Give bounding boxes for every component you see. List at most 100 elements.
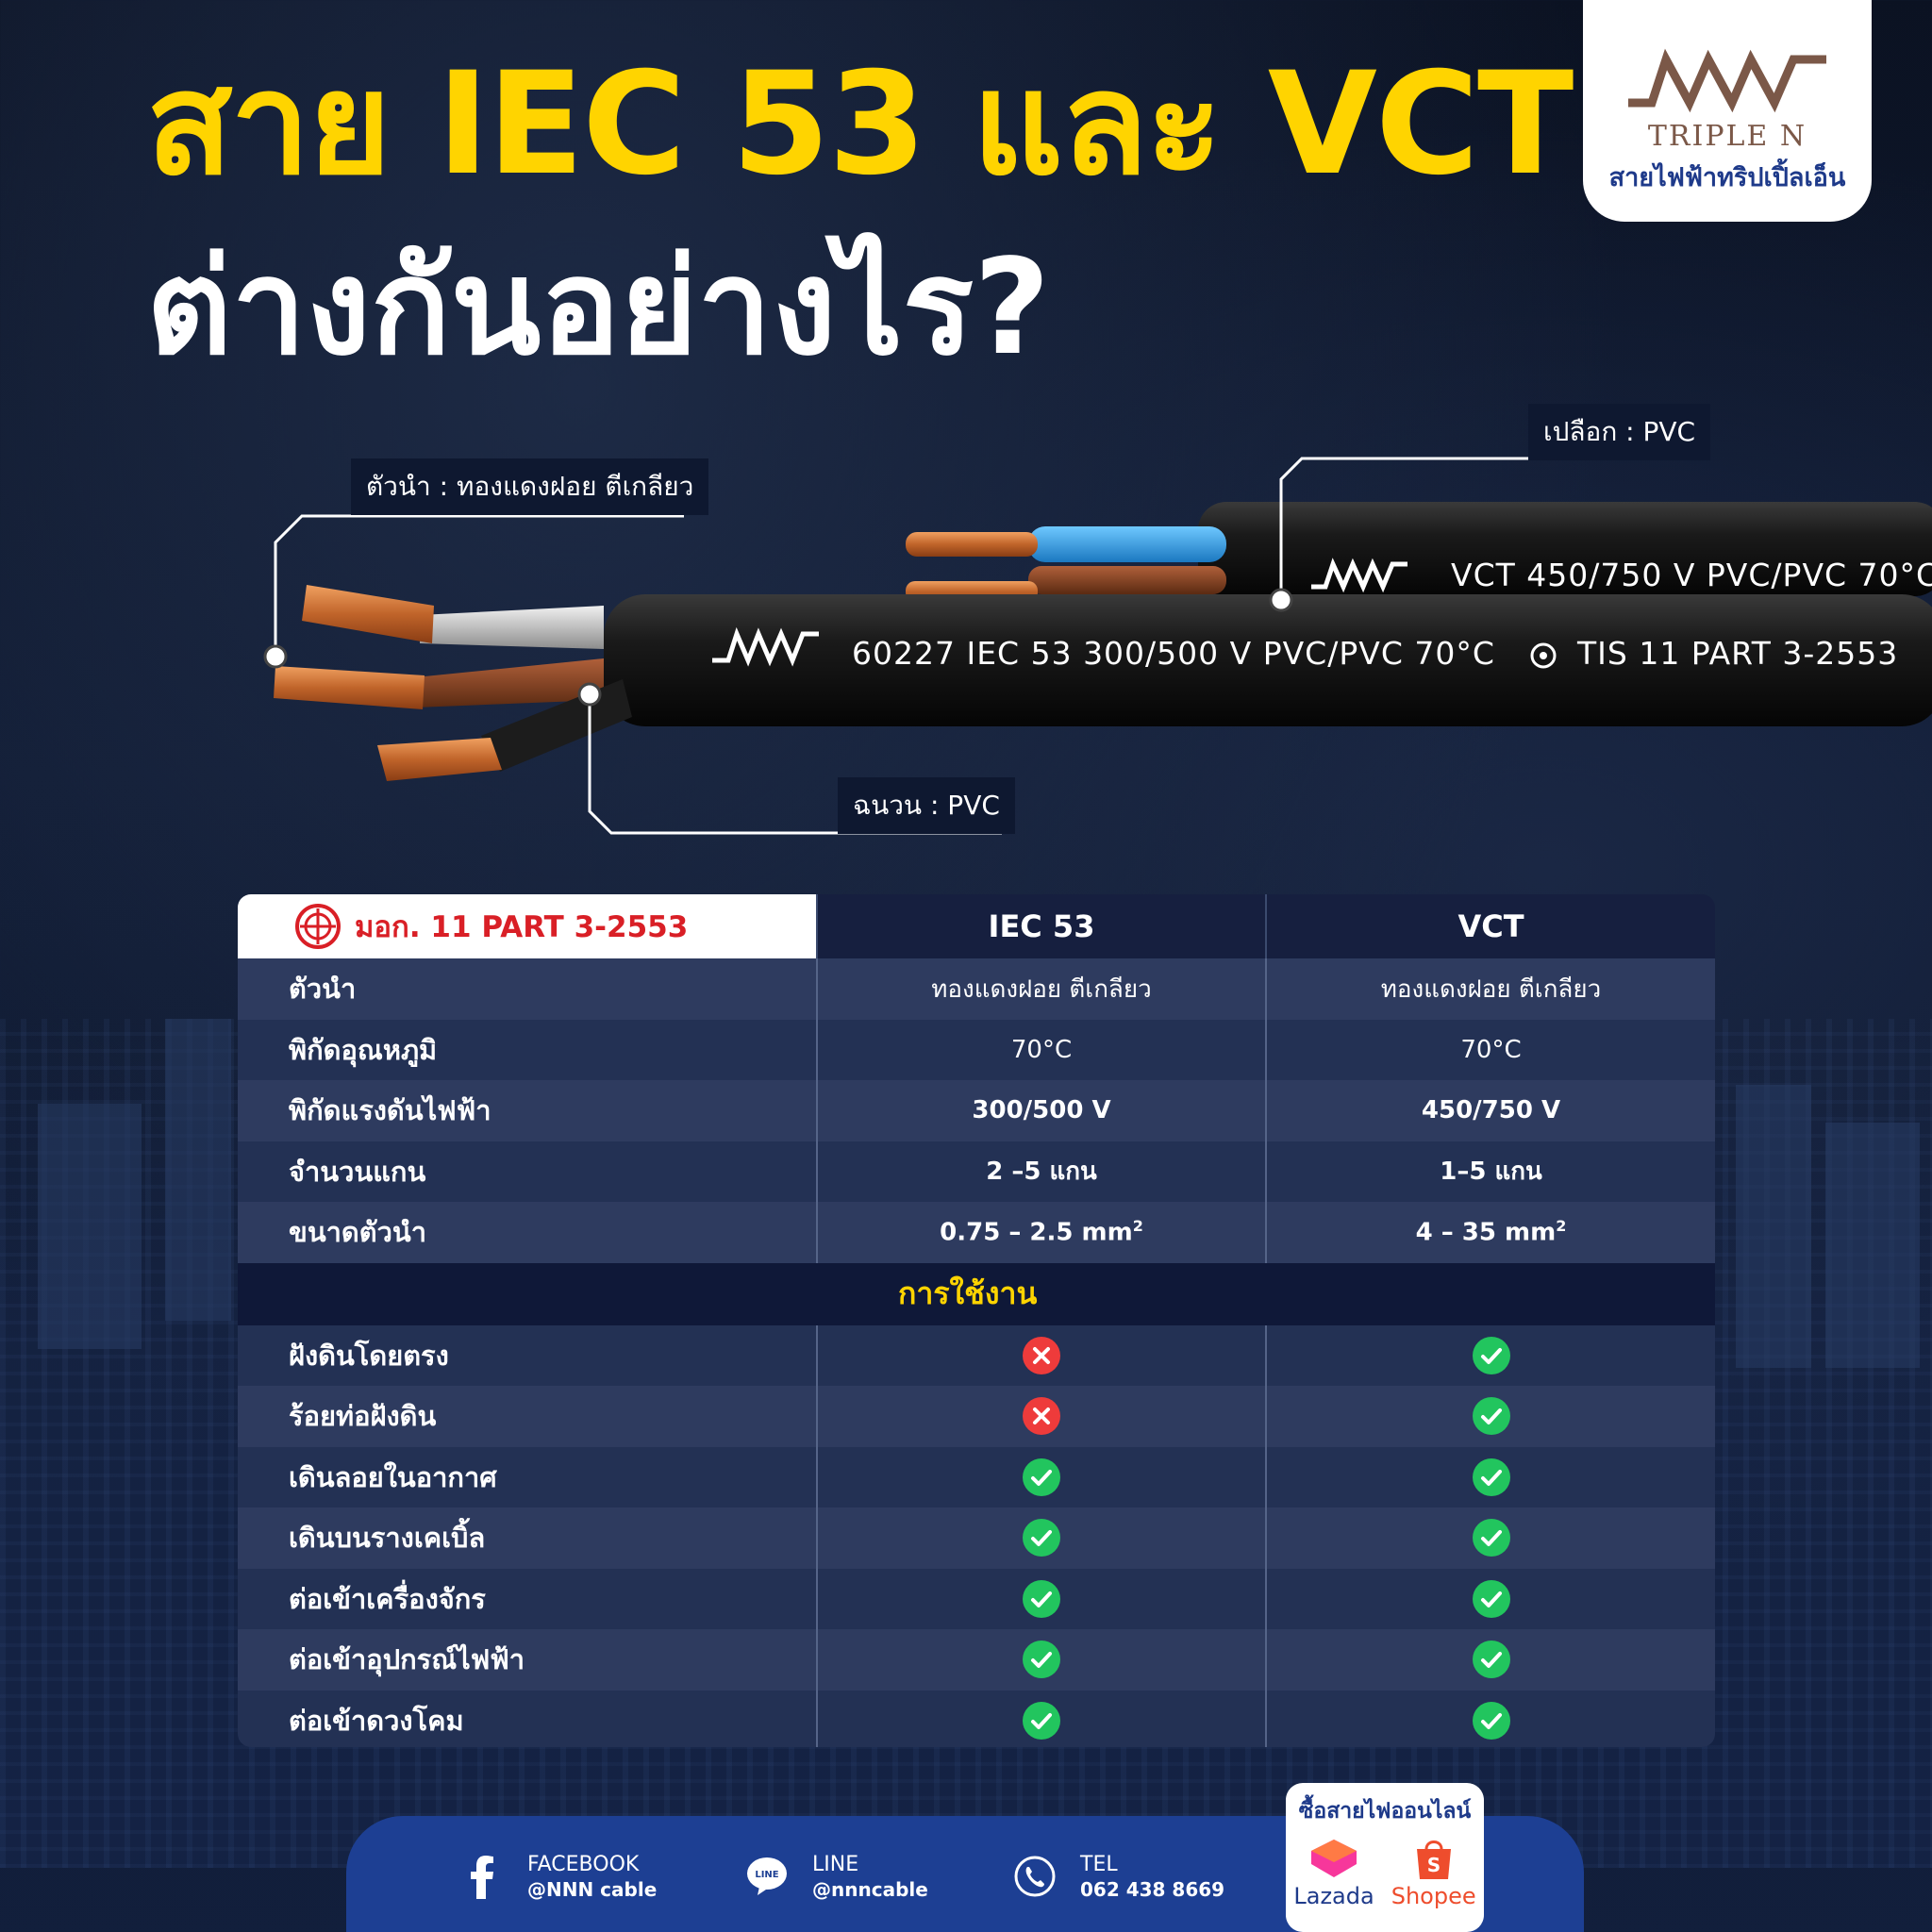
cable-illustration: ตัวนำ : ทองแดงฝอย ตีเกลียว เปลือก : PVC …: [0, 396, 1932, 849]
iec53-usage-cell: [816, 1629, 1266, 1690]
usage-heading: การใช้งาน: [238, 1262, 1715, 1325]
shopee-icon: S: [1416, 1840, 1451, 1879]
table-row: ต่อเข้าอุปกรณ์ไฟฟ้า: [238, 1629, 1715, 1690]
vct-usage-cell: [1265, 1507, 1715, 1569]
iec53-usage-cell: [816, 1568, 1266, 1629]
cross-icon: [1023, 1336, 1060, 1374]
column-header-iec53: IEC 53: [816, 894, 1266, 958]
iec53-tis-print: TIS 11 PART 3-2553: [1577, 635, 1899, 672]
title-line-1: สาย IEC 53 และ VCT: [146, 42, 1574, 207]
table-row: ตัวนำ ทองแดงฝอย ตีเกลียว ทองแดงฝอย ตีเกล…: [238, 958, 1715, 1020]
iec53-usage-cell: [816, 1386, 1266, 1447]
logo-name-en: TRIPLE N: [1647, 120, 1807, 153]
svg-text:LINE: LINE: [755, 1870, 778, 1880]
check-icon: [1472, 1641, 1510, 1679]
facebook-contact[interactable]: FACEBOOK @NNN cable: [459, 1852, 657, 1902]
check-icon: [1472, 1701, 1510, 1740]
usage-rows: ฝังดินโดยตรง ร้อยท่อฝังดิน เดินลอยในอากาศเ…: [238, 1324, 1715, 1747]
callout-sheath: เปลือก : PVC: [1528, 404, 1711, 460]
cross-icon: [1023, 1397, 1060, 1436]
table-row: ร้อยท่อฝังดิน: [238, 1386, 1715, 1447]
standard-text: มอก. 11 PART 3-2553: [355, 910, 689, 944]
title-line-2: ต่างกันอย่างไร?: [146, 231, 1051, 385]
shopee-link[interactable]: S Shopee: [1391, 1836, 1476, 1909]
column-header-vct: VCT: [1265, 894, 1715, 958]
table-row: เดินบนรางเคเบิ้ล: [238, 1507, 1715, 1569]
iec53-usage-cell: [816, 1324, 1266, 1386]
tis-standard-icon: [295, 904, 341, 949]
table-row: ฝังดินโดยตรง: [238, 1324, 1715, 1386]
callout-insulation: ฉนวน : PVC: [838, 777, 1015, 834]
callout-conductor: ตัวนำ : ทองแดงฝอย ตีเกลียว: [351, 458, 709, 515]
lazada-icon: [1311, 1840, 1357, 1877]
vct-usage-cell: [1265, 1568, 1715, 1629]
check-icon: [1023, 1457, 1060, 1496]
row-label-temperature: พิกัดอุณหภูมิ: [238, 1019, 817, 1080]
vct-size-value: 4 – 35 mm: [1415, 1219, 1557, 1248]
iec53-usage-cell: [816, 1446, 1266, 1507]
usage-label: ต่อเข้าอุปกรณ์ไฟฟ้า: [238, 1629, 817, 1690]
vct-blue-core: [1028, 526, 1226, 562]
callout-dot: [1269, 588, 1293, 612]
lazada-link[interactable]: Lazada: [1293, 1836, 1374, 1909]
shop-title: ซื้อสายไฟออนไลน์: [1298, 1799, 1472, 1824]
standard-header: มอก. 11 PART 3-2553: [238, 894, 817, 958]
table-header-row: มอก. 11 PART 3-2553 IEC 53 VCT: [238, 894, 1715, 958]
check-icon: [1023, 1701, 1060, 1740]
tel-contact[interactable]: TEL 062 438 8669: [1012, 1852, 1224, 1902]
iec53-cores-value: 2 –5 แกน: [816, 1141, 1266, 1202]
vct-size-cell: 4 – 35 mm2: [1265, 1202, 1715, 1263]
line-contact[interactable]: LINE LINE @nnncable: [744, 1852, 928, 1902]
check-icon: [1472, 1336, 1510, 1374]
brand-logo: TRIPLE N สายไฟฟ้าทริปเปิ้ลเอ็น: [1583, 0, 1872, 222]
vct-copper-strand: [906, 532, 1038, 557]
iec53-cable-print: 60227 IEC 53 300/500 V PVC/PVC 70°C: [852, 635, 1495, 672]
vct-usage-cell: [1265, 1446, 1715, 1507]
tel-title: TEL: [1080, 1853, 1118, 1876]
line-handle: @nnncable: [812, 1877, 928, 1901]
building-silhouette: [1825, 1123, 1920, 1368]
comparison-table: มอก. 11 PART 3-2553 IEC 53 VCT ตัวนำ ทอง…: [238, 894, 1715, 1747]
vct-temperature-value: 70°C: [1265, 1019, 1715, 1080]
table-row: เดินลอยในอากาศ: [238, 1446, 1715, 1507]
vct-cores-value: 1–5 แกน: [1265, 1141, 1715, 1202]
vct-cable-print: VCT 450/750 V PVC/PVC 70°C: [1451, 557, 1932, 593]
unit-superscript: 2: [1556, 1217, 1567, 1236]
check-icon: [1023, 1579, 1060, 1618]
vct-usage-cell: [1265, 1386, 1715, 1447]
line-title: LINE: [812, 1853, 859, 1876]
facebook-title: FACEBOOK: [527, 1853, 640, 1876]
iec53-usage-cell: [816, 1690, 1266, 1747]
row-label-cores: จำนวนแกน: [238, 1141, 817, 1202]
table-row: ต่อเข้าเครื่องจักร: [238, 1568, 1715, 1629]
check-icon: [1023, 1519, 1060, 1557]
iec53-temperature-value: 70°C: [816, 1019, 1266, 1080]
check-icon: [1472, 1457, 1510, 1496]
check-icon: [1023, 1641, 1060, 1679]
facebook-icon: [459, 1854, 505, 1900]
building-silhouette: [165, 1019, 231, 1321]
shopee-label: Shopee: [1391, 1883, 1476, 1909]
row-label-conductor: ตัวนำ: [238, 958, 817, 1020]
iec53-voltage-value: 300/500 V: [816, 1080, 1266, 1141]
table-row: พิกัดอุณหภูมิ 70°C 70°C: [238, 1019, 1715, 1080]
callout-dot: [263, 644, 288, 669]
lazada-label: Lazada: [1293, 1883, 1374, 1909]
vct-usage-cell: [1265, 1629, 1715, 1690]
iec53-usage-cell: [816, 1507, 1266, 1569]
table-row: จำนวนแกน 2 –5 แกน 1–5 แกน: [238, 1141, 1715, 1202]
tel-number: 062 438 8669: [1080, 1877, 1225, 1901]
vct-usage-cell: [1265, 1690, 1715, 1747]
table-row: ขนาดตัวนำ 0.75 – 2.5 mm2 4 – 35 mm2: [238, 1202, 1715, 1263]
table-row: ต่อเข้าดวงโคม: [238, 1690, 1715, 1747]
iec53-conductor-value: ทองแดงฝอย ตีเกลียว: [816, 958, 1266, 1020]
iec53-copper-strand: [377, 738, 502, 781]
check-icon: [1472, 1519, 1510, 1557]
online-shop-box: ซื้อสายไฟออนไลน์ Lazada S Shopee: [1286, 1783, 1484, 1932]
vct-usage-cell: [1265, 1324, 1715, 1386]
vct-conductor-value: ทองแดงฝอย ตีเกลียว: [1265, 958, 1715, 1020]
check-icon: [1472, 1397, 1510, 1436]
vct-voltage-value: 450/750 V: [1265, 1080, 1715, 1141]
phone-icon: [1012, 1854, 1058, 1899]
table-row: พิกัดแรงดันไฟฟ้า 300/500 V 450/750 V: [238, 1080, 1715, 1141]
